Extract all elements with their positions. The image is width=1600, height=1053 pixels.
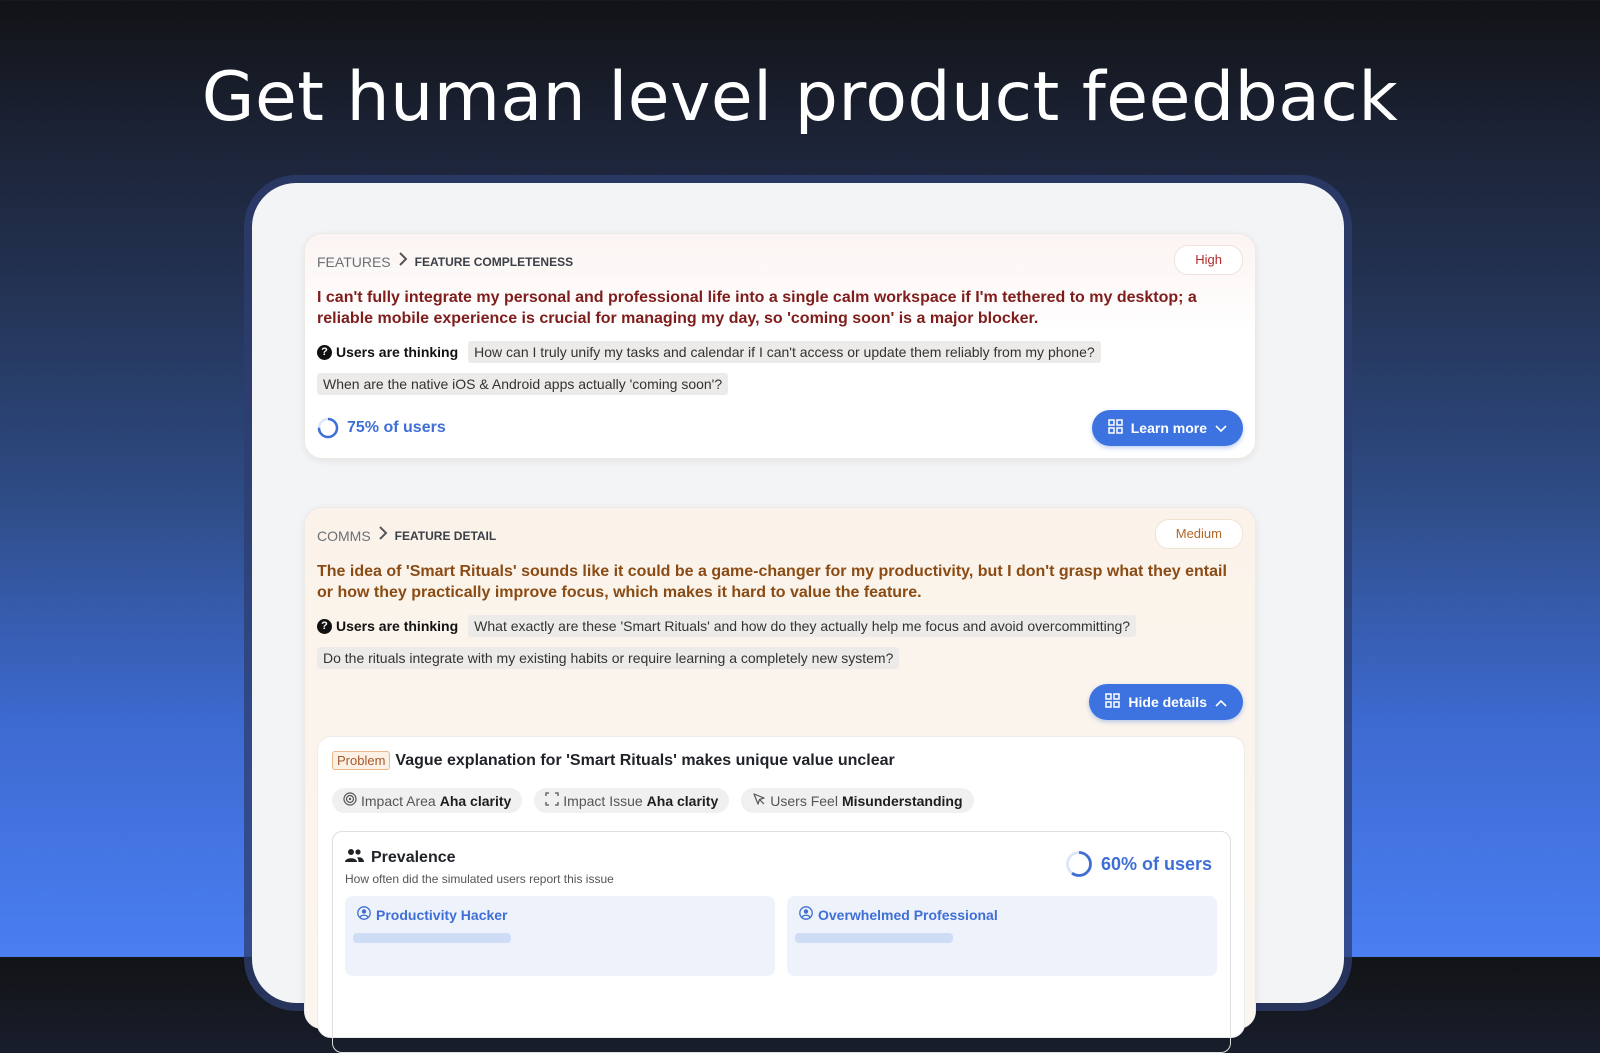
chevron-right-icon [378, 526, 388, 545]
thinking-row: ? Users are thinking How can I truly uni… [317, 341, 1243, 395]
persona-bar [353, 933, 511, 943]
persona-name: Productivity Hacker [357, 906, 508, 923]
hide-details-button[interactable]: Hide details [1089, 684, 1243, 720]
thought-chip: Do the rituals integrate with my existin… [317, 647, 900, 669]
thought-chip: How can I truly unify my tasks and calen… [468, 341, 1101, 363]
thinking-row: ? Users are thinking What exactly are th… [317, 615, 1243, 669]
grid-icon [1108, 419, 1123, 437]
pill-label: Impact Area [361, 792, 436, 809]
pill-value: Aha clarity [439, 792, 512, 809]
pill-label: Users Feel [770, 792, 838, 809]
thinking-label: ? Users are thinking [317, 618, 458, 634]
feedback-headline: The idea of 'Smart Rituals' sounds like … [317, 563, 1227, 601]
feedback-headline: I can't fully integrate my personal and … [317, 289, 1197, 327]
prevalence-percentage-label: 60% of users [1100, 853, 1212, 874]
chevron-right-icon [398, 252, 408, 271]
chevron-up-icon [1215, 694, 1227, 710]
learn-more-button[interactable]: Learn more [1091, 410, 1243, 446]
problem-row: Problem Vague explanation for 'Smart Rit… [332, 751, 895, 770]
hero-title: Get human level product feedback [201, 58, 1399, 137]
users-feel-pill: Users Feel Misunderstanding [741, 788, 974, 813]
feedback-card-medium: COMMS FEATURE DETAIL Medium The idea of … [304, 507, 1256, 1053]
prevalence-subtitle: How often did the simulated users report… [345, 872, 614, 886]
chevron-down-icon [1215, 420, 1227, 436]
persona-name: Overwhelmed Professional [799, 906, 998, 923]
persona-name-text: Productivity Hacker [376, 906, 508, 923]
prevalence-title: Prevalence [371, 849, 456, 866]
hide-details-label: Hide details [1128, 694, 1207, 710]
pill-value: Aha clarity [646, 792, 719, 809]
question-icon: ? [317, 344, 332, 360]
users-icon [345, 848, 364, 868]
thinking-label: ? Users are thinking [317, 344, 458, 360]
feedback-card-high: FEATURES FEATURE COMPLETENESS High I can… [304, 233, 1256, 459]
prevalence-percentage: 60% of users [1065, 850, 1212, 878]
breadcrumb-leaf[interactable]: FEATURE DETAIL [395, 529, 497, 543]
persona-card[interactable]: Productivity Hacker [345, 896, 775, 976]
impact-issue-pill: Impact Issue Aha clarity [534, 788, 730, 813]
impact-area-pill: Impact Area Aha clarity [332, 788, 523, 813]
thinking-label-text: Users are thinking [336, 618, 459, 634]
priority-badge: Medium [1154, 519, 1243, 549]
problem-title: Vague explanation for 'Smart Rituals' ma… [395, 751, 895, 769]
users-percentage-label: 75% of users [347, 419, 446, 436]
question-icon: ? [317, 618, 332, 634]
breadcrumb-root[interactable]: COMMS [317, 528, 371, 544]
problem-tag: Problem [332, 751, 391, 770]
user-circle-icon [799, 906, 813, 923]
breadcrumb-leaf[interactable]: FEATURE COMPLETENESS [415, 255, 573, 269]
progress-ring-icon [317, 417, 339, 439]
learn-more-label: Learn more [1130, 420, 1207, 436]
persona-bar [795, 933, 953, 943]
breadcrumb: FEATURES FEATURE COMPLETENESS [317, 252, 573, 271]
thinking-label-text: Users are thinking [336, 344, 459, 360]
pill-value: Misunderstanding [841, 792, 963, 809]
grid-icon [1105, 693, 1121, 711]
persona-name-text: Overwhelmed Professional [818, 906, 998, 923]
cursor-icon [752, 792, 766, 809]
users-percentage: 75% of users [317, 417, 446, 439]
thought-chip: When are the native iOS & Android apps a… [317, 373, 729, 395]
prevalence-box: Prevalence How often did the simulated u… [332, 831, 1231, 1053]
thought-chip: What exactly are these 'Smart Rituals' a… [468, 615, 1137, 637]
progress-ring-icon [1066, 851, 1092, 877]
app-frame: FEATURES FEATURE COMPLETENESS High I can… [252, 183, 1344, 1053]
frame-icon [545, 792, 559, 809]
target-icon [343, 792, 357, 809]
impact-pills: Impact Area Aha clarity Impact Issue Aha… [332, 788, 974, 813]
breadcrumb-root[interactable]: FEATURES [317, 254, 391, 270]
priority-badge: High [1174, 245, 1243, 275]
persona-card[interactable]: Overwhelmed Professional [787, 896, 1217, 976]
pill-label: Impact Issue [563, 792, 643, 809]
details-panel: Problem Vague explanation for 'Smart Rit… [317, 736, 1245, 1053]
breadcrumb: COMMS FEATURE DETAIL [317, 526, 496, 545]
user-circle-icon [357, 906, 371, 923]
prevalence-heading: Prevalence [345, 848, 456, 868]
